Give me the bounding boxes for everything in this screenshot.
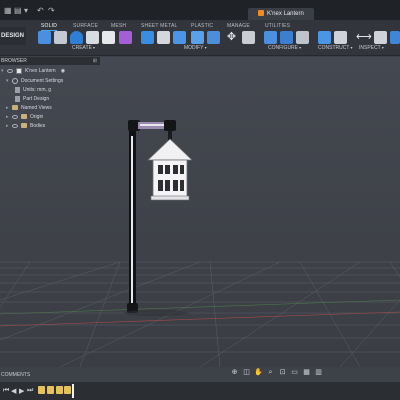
tree-root-label: K'nex Lantern bbox=[25, 67, 56, 74]
timeline-back-icon[interactable]: ◀ bbox=[11, 387, 16, 395]
zoom-icon[interactable]: ⌕ bbox=[266, 368, 275, 377]
display-settings-icon[interactable]: ▭ bbox=[290, 368, 299, 377]
timeline-play-icon[interactable]: ▶ bbox=[19, 387, 24, 395]
arm-end-connector bbox=[164, 120, 176, 131]
construct-menu[interactable]: CONSTRUCT bbox=[318, 45, 353, 51]
browser-panel-header[interactable]: BROWSER ⊞ bbox=[0, 57, 100, 65]
document-tab-label: K'nex Lantern bbox=[267, 11, 304, 17]
grid-settings-icon[interactable]: ▦ bbox=[302, 368, 311, 377]
shell-icon[interactable] bbox=[191, 31, 204, 44]
undo-icon[interactable]: ↶ bbox=[37, 6, 44, 15]
fusion-logo-icon bbox=[258, 10, 264, 16]
interference-icon[interactable] bbox=[374, 31, 387, 44]
folder-icon bbox=[12, 105, 18, 110]
fillet-icon[interactable] bbox=[173, 31, 186, 44]
save-icon[interactable]: ▾ bbox=[24, 6, 28, 15]
tab-surface[interactable]: SURFACE bbox=[73, 23, 98, 29]
tab-plastic[interactable]: PLASTIC bbox=[191, 23, 213, 29]
tree-root[interactable]: ▾ K'nex Lantern ◉ bbox=[1, 66, 65, 75]
pan-icon[interactable]: ✋ bbox=[254, 368, 263, 377]
new-component-icon[interactable] bbox=[38, 31, 51, 44]
viewports-icon[interactable]: ▥ bbox=[314, 368, 323, 377]
form-icon[interactable] bbox=[119, 31, 132, 44]
insert-icon[interactable] bbox=[390, 31, 400, 44]
design-type-icon bbox=[15, 95, 20, 102]
orbit-icon[interactable]: ⊕ bbox=[230, 368, 239, 377]
document-tab[interactable]: K'nex Lantern bbox=[248, 8, 314, 20]
fit-icon[interactable]: ⊡ bbox=[278, 368, 287, 377]
collapse-browser-icon[interactable]: ⊞ bbox=[93, 57, 97, 65]
tree-item-label: Units: mm, g bbox=[23, 86, 52, 93]
inspect-menu[interactable]: INSPECT bbox=[359, 45, 384, 51]
timeline-bar: ⏮ ◀ ▶ ⏭ bbox=[0, 382, 400, 400]
grid-menu-icon[interactable]: ▦ bbox=[4, 6, 12, 15]
modify-menu[interactable]: MODIFY bbox=[184, 45, 207, 51]
offset-plane-icon[interactable] bbox=[318, 31, 331, 44]
tree-item-named-views[interactable]: ▸ Named Views bbox=[6, 103, 52, 112]
arm-highlight bbox=[140, 124, 166, 126]
press-pull-icon[interactable] bbox=[157, 31, 170, 44]
tab-mesh[interactable]: MESH bbox=[111, 23, 126, 29]
tree-item-origin[interactable]: ▸ Origin bbox=[6, 112, 43, 121]
tree-item-label: Part Design bbox=[23, 95, 50, 102]
tree-item-label: Document Settings bbox=[21, 77, 64, 84]
measure-icon[interactable]: ⟷ bbox=[356, 31, 372, 44]
comments-panel-header[interactable]: COMMENTS bbox=[0, 370, 60, 380]
visibility-icon[interactable] bbox=[12, 114, 18, 119]
active-radio-icon[interactable]: ◉ bbox=[61, 68, 65, 74]
browser-title: BROWSER bbox=[1, 58, 27, 64]
navigation-toolbar: ⊕ ◫ ✋ ⌕ ⊡ ▭ ▦ ▥ bbox=[230, 368, 323, 378]
plane-at-angle-icon[interactable] bbox=[334, 31, 347, 44]
visibility-icon[interactable] bbox=[7, 68, 13, 73]
tab-manage[interactable]: MANAGE bbox=[227, 23, 250, 29]
folder-icon bbox=[21, 114, 27, 119]
timeline-start-icon[interactable]: ⏮ bbox=[3, 387, 9, 395]
parameters-icon[interactable] bbox=[264, 31, 277, 44]
timeline-feature[interactable] bbox=[64, 386, 71, 394]
workspace-switcher-button[interactable]: DESIGN bbox=[0, 27, 26, 45]
tree-item-bodies[interactable]: ▸ Bodies bbox=[6, 121, 45, 130]
look-at-icon[interactable]: ◫ bbox=[242, 368, 251, 377]
tree-item-label: Bodies bbox=[30, 122, 46, 129]
box-icon[interactable] bbox=[102, 31, 115, 44]
theme-icon[interactable] bbox=[296, 31, 309, 44]
configure-table-icon[interactable] bbox=[280, 31, 293, 44]
timeline-feature[interactable] bbox=[47, 386, 54, 394]
visibility-icon[interactable] bbox=[12, 123, 18, 128]
redo-icon[interactable]: ↷ bbox=[48, 6, 55, 15]
configure-menu[interactable]: CONFIGURE bbox=[268, 45, 301, 51]
folder-icon bbox=[21, 123, 27, 128]
tab-utilities[interactable]: UTILITIES bbox=[265, 23, 290, 29]
file-menu-icon[interactable]: ▤ bbox=[14, 6, 22, 15]
tree-item-document-settings[interactable]: ▾ Document Settings bbox=[6, 76, 63, 85]
timeline-end-icon[interactable]: ⏭ bbox=[27, 387, 33, 395]
flange-icon[interactable] bbox=[141, 31, 154, 44]
gear-icon bbox=[12, 77, 18, 84]
tree-item-units[interactable]: Units: mm, g bbox=[15, 85, 51, 94]
extrude-icon[interactable] bbox=[70, 31, 83, 44]
lantern-base bbox=[150, 195, 190, 201]
tree-item-label: Origin bbox=[30, 113, 44, 120]
tree-item-label: Named Views bbox=[21, 104, 52, 111]
units-icon bbox=[15, 86, 20, 93]
title-bar: ▦ ▤ ▾ ↶ ↷ K'nex Lantern bbox=[0, 0, 400, 20]
comments-label: COMMENTS bbox=[1, 372, 31, 378]
align-icon[interactable] bbox=[242, 31, 255, 44]
3d-viewport[interactable] bbox=[0, 57, 400, 367]
move-icon[interactable]: ✥ bbox=[225, 31, 238, 44]
timeline-marker[interactable] bbox=[72, 384, 74, 398]
tree-item-part-design[interactable]: Part Design bbox=[15, 94, 49, 103]
create-sketch-icon[interactable] bbox=[54, 31, 67, 44]
tab-sheet-metal[interactable]: SHEET METAL bbox=[141, 23, 177, 29]
combine-icon[interactable] bbox=[207, 31, 220, 44]
tab-solid[interactable]: SOLID bbox=[41, 23, 58, 31]
model-shadow bbox=[124, 310, 188, 316]
revolve-icon[interactable] bbox=[86, 31, 99, 44]
timeline-feature[interactable] bbox=[38, 386, 45, 394]
post-highlight bbox=[131, 136, 133, 306]
component-icon bbox=[16, 67, 22, 74]
create-menu[interactable]: CREATE bbox=[72, 45, 95, 51]
timeline-feature[interactable] bbox=[56, 386, 63, 394]
